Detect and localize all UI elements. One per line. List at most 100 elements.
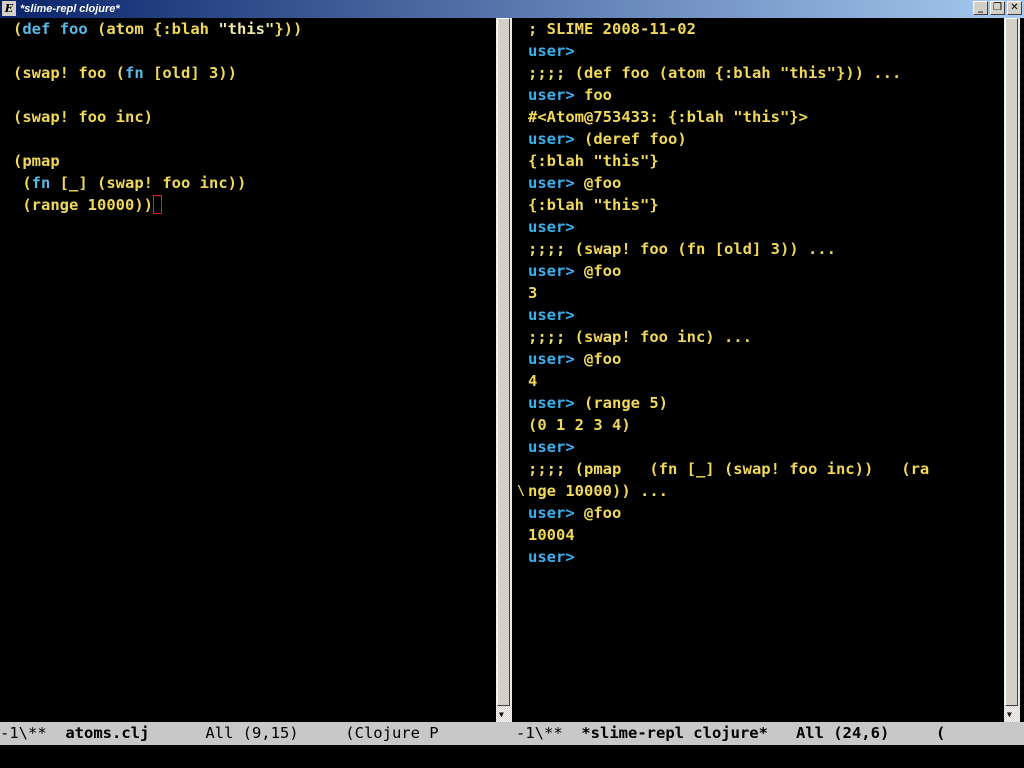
code-line[interactable]: user> foo [528, 84, 929, 106]
code-token: ( [13, 20, 23, 38]
code-token: (range 10000)) [13, 196, 153, 214]
modeline-repl[interactable]: -1\** *slime-repl clojure* All (24,6) ( [516, 722, 1024, 744]
code-token: ;;;; (swap! foo (fn [old] 3)) ... [528, 240, 836, 258]
code-line[interactable]: (fn [_] (swap! foo inc)) [13, 172, 302, 194]
code-token: {:blah "this"} [528, 152, 659, 170]
window-title: *slime-repl clojure* [20, 3, 120, 15]
repl-prompt: user> [528, 218, 575, 236]
code-token: ;;;; (pmap (fn [_] (swap! foo inc)) (ra [528, 460, 930, 478]
repl-text[interactable]: ; SLIME 2008-11-02 user> ;;;; (def foo (at… [528, 18, 929, 568]
minibuffer[interactable] [0, 744, 1024, 768]
line-wrap-marker: \ [517, 484, 525, 499]
code-line[interactable]: 10004 [528, 524, 929, 546]
code-token: (0 1 2 3 4) [528, 416, 631, 434]
repl-prompt: user> [528, 174, 575, 192]
scroll-down-arrow-icon[interactable]: ▼ [1007, 710, 1012, 719]
code-token: ;;;; (def foo (atom {:blah "this"})) ... [528, 64, 902, 82]
code-token: @foo [574, 174, 622, 192]
code-token: [_] (swap! foo inc)) [50, 174, 247, 192]
code-line[interactable]: {:blah "this"} [528, 194, 929, 216]
code-line[interactable]: ;;;; (def foo (atom {:blah "this"})) ... [528, 62, 929, 84]
code-line[interactable]: {:blah "this"} [528, 150, 929, 172]
code-line[interactable]: user> (deref foo) [528, 128, 929, 150]
restore-button[interactable]: ❐ [990, 1, 1005, 15]
modeline-status: -1\** [516, 724, 582, 742]
code-line[interactable]: user> [528, 216, 929, 238]
code-line[interactable]: (swap! foo inc) [13, 106, 302, 128]
repl-prompt: user> [528, 262, 575, 280]
scroll-down-arrow-icon[interactable]: ▼ [499, 710, 504, 719]
code-line[interactable]: user> @foo [528, 502, 929, 524]
scrollbar-thumb[interactable] [1005, 18, 1018, 706]
code-token: @foo [574, 350, 622, 368]
code-token: foo [59, 20, 88, 38]
code-line[interactable] [13, 128, 302, 150]
code-line[interactable]: (0 1 2 3 4) [528, 414, 929, 436]
minimize-button[interactable]: _ [973, 1, 988, 15]
close-button[interactable]: ✕ [1007, 1, 1022, 15]
code-line[interactable]: user> [528, 304, 929, 326]
code-token: @foo [574, 262, 622, 280]
code-token: @foo [574, 504, 622, 522]
code-line[interactable]: #<Atom@753433: {:blah "this"}> [528, 106, 929, 128]
repl-prompt: user> [528, 306, 575, 324]
code-line[interactable]: (range 10000)) [13, 194, 302, 216]
code-line[interactable] [13, 40, 302, 62]
code-line[interactable]: user> [528, 40, 929, 62]
code-line[interactable]: user> @foo [528, 172, 929, 194]
repl-pane[interactable]: ; SLIME 2008-11-02 user> ;;;; (def foo (at… [516, 18, 1004, 722]
repl-prompt: user> [528, 350, 575, 368]
code-line[interactable]: ;;;; (pmap (fn [_] (swap! foo inc)) (ra [528, 458, 929, 480]
modeline-position: All (9,15) (Clojure P [149, 724, 439, 742]
code-token: (range 5) [574, 394, 668, 412]
code-line[interactable]: user> @foo [528, 348, 929, 370]
code-line[interactable]: user> [528, 546, 929, 568]
modeline-buffer-name: *slime-repl clojure* [581, 724, 768, 742]
modeline-status: -1\** [0, 724, 66, 742]
scrollbar-thumb[interactable] [497, 18, 510, 706]
code-token: fn [124, 64, 144, 82]
code-line[interactable]: ;;;; (swap! foo (fn [old] 3)) ... [528, 238, 929, 260]
code-line[interactable] [13, 84, 302, 106]
window-controls: _ ❐ ✕ [973, 1, 1022, 15]
left-scrollbar[interactable]: ▼ [496, 18, 512, 722]
code-line[interactable]: user> [528, 436, 929, 458]
repl-prompt: user> [528, 438, 575, 456]
code-line[interactable]: ; SLIME 2008-11-02 [528, 18, 929, 40]
right-scrollbar[interactable]: ▼ [1004, 18, 1020, 722]
code-line[interactable]: 4 [528, 370, 929, 392]
code-token: foo [574, 86, 612, 104]
code-line[interactable]: (pmap [13, 150, 302, 172]
code-token: ( [13, 174, 32, 192]
text-cursor [152, 195, 162, 214]
code-token: nge 10000)) ... [528, 482, 668, 500]
title-bar: E *slime-repl clojure* _ ❐ ✕ [0, 0, 1024, 18]
code-token: (swap! foo inc) [13, 108, 153, 126]
code-line[interactable]: (swap! foo (fn [old] 3)) [13, 62, 302, 84]
code-token: ;;;; (swap! foo inc) ... [528, 328, 752, 346]
code-token: 10004 [528, 526, 575, 544]
code-line[interactable]: 3 [528, 282, 929, 304]
code-token: [old] 3)) [143, 64, 237, 82]
code-line[interactable]: user> (range 5) [528, 392, 929, 414]
code-line[interactable]: ;;;; (swap! foo inc) ... [528, 326, 929, 348]
code-token: 4 [528, 372, 538, 390]
modeline-text: -1\** *slime-repl clojure* All (24,6) ( [516, 722, 945, 744]
emacs-app-icon[interactable]: E [2, 1, 16, 16]
code-line[interactable]: (def foo (atom {:blah "this"})) [13, 18, 302, 40]
code-token: (swap! foo ( [13, 64, 125, 82]
code-token: (atom {:blah [87, 20, 219, 38]
editor-text[interactable]: (def foo (atom {:blah "this"})) (swap! fo… [13, 18, 302, 216]
code-line[interactable]: user> @foo [528, 260, 929, 282]
code-line[interactable]: nge 10000)) ... [528, 480, 929, 502]
code-token: "this" [218, 20, 275, 38]
code-token: (pmap [13, 152, 60, 170]
code-token: ; SLIME 2008-11-02 [528, 20, 696, 38]
code-token: (deref foo) [574, 130, 687, 148]
code-token: })) [274, 20, 303, 38]
modeline-atoms[interactable]: -1\** atoms.clj All (9,15) (Clojure P [0, 722, 516, 744]
repl-prompt: user> [528, 130, 575, 148]
editor-pane-atoms[interactable]: (def foo (atom {:blah "this"})) (swap! fo… [0, 18, 496, 722]
repl-prompt: user> [528, 42, 575, 60]
repl-prompt: user> [528, 548, 575, 566]
